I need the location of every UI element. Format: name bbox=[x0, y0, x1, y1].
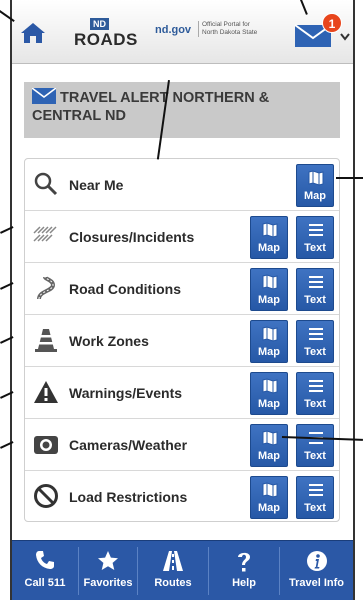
nav-label: Travel Info bbox=[288, 577, 345, 589]
map-button-label: Map bbox=[258, 450, 280, 462]
menu-item-road-conditions[interactable]: Road Conditions Map Text bbox=[25, 263, 339, 315]
nav-label: Call 511 bbox=[24, 577, 66, 589]
map-button-label: Map bbox=[258, 294, 280, 306]
map-icon bbox=[262, 378, 278, 394]
main-menu: Near Me Map Closures/Incidents Map Text … bbox=[24, 158, 340, 522]
travel-alert-banner[interactable]: TRAVEL ALERT NORTHERN & CENTRAL ND bbox=[24, 82, 340, 138]
warning-icon bbox=[34, 381, 58, 403]
map-button-label: Map bbox=[258, 398, 280, 410]
menu-item-cameras-weather[interactable]: Cameras/Weather Map Text bbox=[25, 419, 339, 471]
closure-icon bbox=[33, 226, 57, 242]
warnings-map-button[interactable]: Map bbox=[250, 372, 288, 415]
map-icon bbox=[262, 430, 278, 446]
text-lines-icon bbox=[309, 380, 323, 392]
menu-item-work-zones[interactable]: Work Zones Map Text bbox=[25, 315, 339, 367]
map-icon bbox=[262, 222, 278, 238]
load-restrictions-text-button[interactable]: Text bbox=[296, 476, 334, 519]
nav-label: Favorites bbox=[83, 577, 133, 589]
text-button-label: Text bbox=[304, 346, 326, 358]
logo-nd-text: ND bbox=[90, 18, 109, 30]
cone-icon bbox=[35, 329, 57, 352]
road-routes-icon bbox=[163, 551, 183, 571]
nav-label: Help bbox=[232, 577, 256, 589]
menu-item-closures-incidents[interactable]: Closures/Incidents Map Text bbox=[25, 211, 339, 263]
home-icon bbox=[21, 23, 45, 43]
road-icon bbox=[37, 276, 56, 300]
closures-map-button[interactable]: Map bbox=[250, 216, 288, 259]
menu-item-label: Closures/Incidents bbox=[69, 229, 195, 245]
map-icon bbox=[308, 170, 324, 186]
app-header: ND ROADS nd.gov Official Portal for Nort… bbox=[12, 0, 353, 64]
menu-item-load-restrictions[interactable]: Load Restrictions Map Text bbox=[25, 471, 339, 523]
map-button-label: Map bbox=[258, 242, 280, 254]
map-button-label: Map bbox=[258, 502, 280, 514]
text-button-label: Text bbox=[304, 242, 326, 254]
text-button-label: Text bbox=[304, 450, 326, 462]
nav-favorites[interactable]: Favorites bbox=[79, 541, 137, 600]
near-me-map-button[interactable]: Map bbox=[296, 164, 334, 207]
chevron-down-icon bbox=[340, 33, 350, 41]
nav-routes[interactable]: Routes bbox=[138, 541, 208, 600]
logo-roads-text: ROADS bbox=[74, 30, 138, 49]
menu-item-label: Near Me bbox=[69, 177, 124, 193]
work-zones-map-button[interactable]: Map bbox=[250, 320, 288, 363]
portal-tagline: Official Portal for North Dakota State bbox=[198, 21, 260, 37]
text-lines-icon bbox=[309, 328, 323, 340]
nav-call-511[interactable]: Call 511 bbox=[12, 541, 78, 600]
menu-item-label: Road Conditions bbox=[69, 281, 181, 297]
work-zones-text-button[interactable]: Text bbox=[296, 320, 334, 363]
phone-icon bbox=[36, 551, 54, 569]
nav-travel-info[interactable]: Travel Info bbox=[280, 541, 353, 600]
warnings-text-button[interactable]: Text bbox=[296, 372, 334, 415]
messages-button[interactable]: 1 bbox=[292, 13, 352, 52]
menu-item-label: Load Restrictions bbox=[69, 489, 188, 505]
camera-icon bbox=[34, 436, 58, 454]
menu-item-label: Work Zones bbox=[69, 333, 149, 349]
menu-item-near-me[interactable]: Near Me Map bbox=[25, 159, 339, 211]
nav-help[interactable]: Help bbox=[209, 541, 279, 600]
message-count-badge: 1 bbox=[322, 13, 342, 33]
text-button-label: Text bbox=[304, 502, 326, 514]
text-button-label: Text bbox=[304, 398, 326, 410]
bottom-nav: Call 511 Favorites Routes Help Travel In… bbox=[12, 540, 353, 600]
home-button[interactable] bbox=[16, 18, 50, 48]
text-lines-icon bbox=[309, 276, 323, 288]
text-lines-icon bbox=[309, 224, 323, 236]
restriction-icon bbox=[34, 484, 58, 508]
cameras-text-button[interactable]: Text bbox=[296, 424, 334, 467]
road-conditions-map-button[interactable]: Map bbox=[250, 268, 288, 311]
alert-mail-icon bbox=[32, 88, 56, 104]
cameras-map-button[interactable]: Map bbox=[250, 424, 288, 467]
menu-item-warnings-events[interactable]: Warnings/Events Map Text bbox=[25, 367, 339, 419]
road-conditions-text-button[interactable]: Text bbox=[296, 268, 334, 311]
travel-alert-text: TRAVEL ALERT NORTHERN & CENTRAL ND bbox=[32, 90, 270, 124]
ndgov-logo: nd.gov bbox=[155, 24, 192, 36]
nav-label: Routes bbox=[154, 577, 192, 589]
star-icon bbox=[98, 551, 118, 570]
magnifier-icon bbox=[34, 172, 58, 196]
text-lines-icon bbox=[309, 484, 323, 496]
closures-text-button[interactable]: Text bbox=[296, 216, 334, 259]
menu-item-label: Cameras/Weather bbox=[69, 437, 188, 453]
menu-item-label: Warnings/Events bbox=[69, 385, 183, 401]
map-icon bbox=[262, 274, 278, 290]
load-restrictions-map-button[interactable]: Map bbox=[250, 476, 288, 519]
map-button-label: Map bbox=[258, 346, 280, 358]
callout-line bbox=[336, 177, 363, 179]
screenshot: ND ROADS nd.gov Official Portal for Nort… bbox=[0, 0, 363, 600]
text-button-label: Text bbox=[304, 294, 326, 306]
app-frame: ND ROADS nd.gov Official Portal for Nort… bbox=[10, 0, 355, 600]
question-icon bbox=[238, 552, 250, 572]
map-icon bbox=[262, 482, 278, 498]
map-icon bbox=[262, 326, 278, 342]
info-icon bbox=[306, 551, 327, 571]
map-button-label: Map bbox=[304, 190, 326, 202]
